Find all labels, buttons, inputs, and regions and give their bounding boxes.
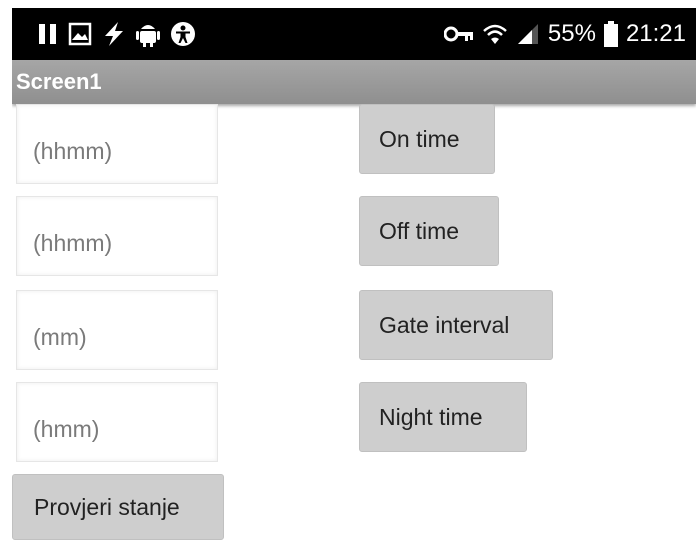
on-time-button[interactable]: On time <box>359 104 495 174</box>
night-time-field[interactable] <box>16 382 218 462</box>
screen-title: Screen1 <box>16 69 102 94</box>
gate-interval-field[interactable] <box>16 290 218 370</box>
key-icon <box>443 20 474 48</box>
accessibility-icon <box>170 20 196 48</box>
system-icons: 55% 21:21 <box>443 20 686 48</box>
signal-icon <box>516 20 540 48</box>
check-status-button[interactable]: Provjeri stanje <box>12 474 224 540</box>
status-bar: 55% 21:21 <box>12 8 696 60</box>
wifi-icon <box>482 20 508 48</box>
app-bar: Screen1 <box>12 60 696 104</box>
night-time-input[interactable] <box>17 383 217 461</box>
on-time-field[interactable] <box>16 104 218 184</box>
off-time-field[interactable] <box>16 196 218 276</box>
image-icon <box>68 20 92 48</box>
pause-icon <box>38 20 58 48</box>
gate-interval-button[interactable]: Gate interval <box>359 290 553 360</box>
off-time-button[interactable]: Off time <box>359 196 499 266</box>
clock: 21:21 <box>625 20 686 47</box>
notification-icons <box>38 20 196 48</box>
night-time-button[interactable]: Night time <box>359 382 527 452</box>
on-time-input[interactable] <box>17 105 217 183</box>
battery-icon <box>603 20 618 48</box>
gate-interval-input[interactable] <box>17 291 217 369</box>
battery-percent: 55% <box>547 20 596 47</box>
app-window: 55% 21:21 Screen1 On time Off time Gate … <box>12 8 696 540</box>
off-time-input[interactable] <box>17 197 217 275</box>
bolt-icon <box>102 20 126 48</box>
android-icon <box>136 20 160 48</box>
